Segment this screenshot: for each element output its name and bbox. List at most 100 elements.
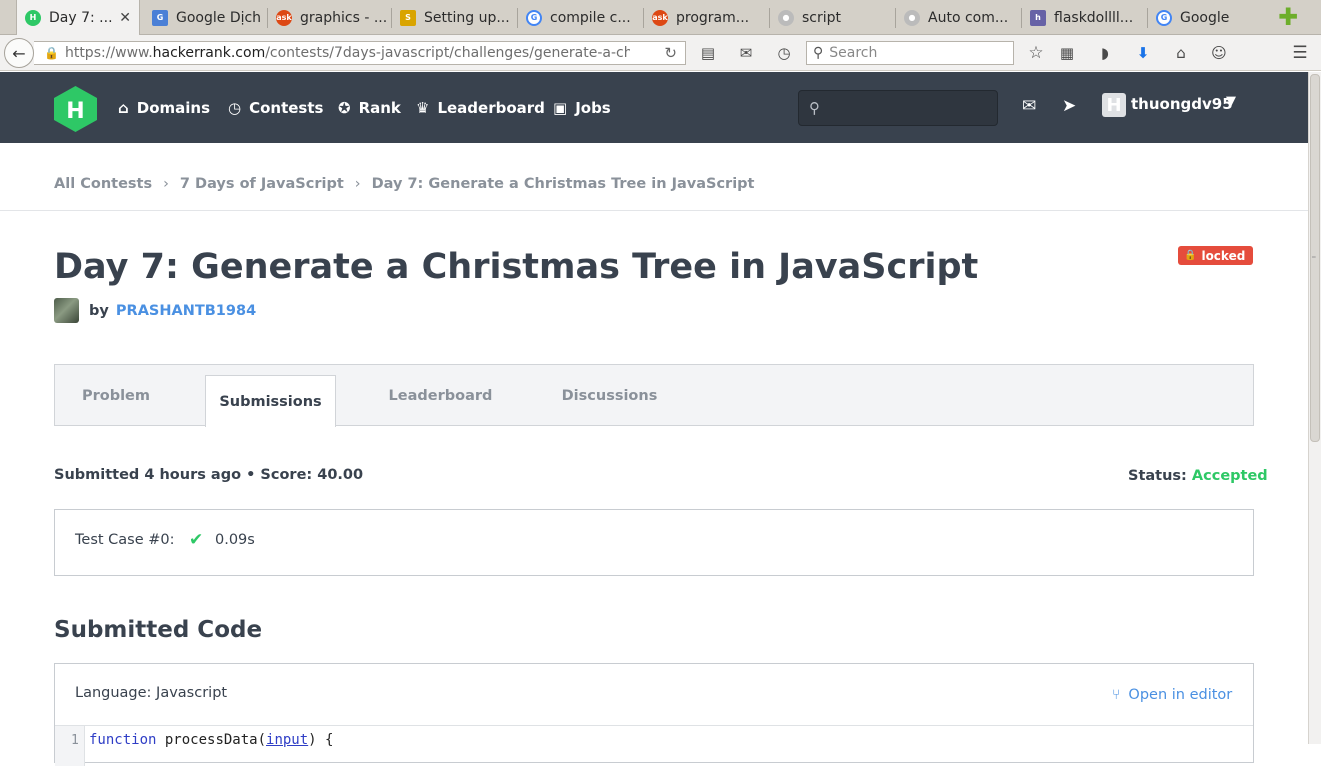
test-case-panel: Test Case #0: ✔ 0.09s	[54, 509, 1254, 576]
breadcrumb-challenge[interactable]: Day 7: Generate a Christmas Tree in Java…	[372, 176, 755, 192]
chevron-right-icon: ›	[354, 176, 361, 192]
browser-tab-program[interactable]: ask program...	[644, 0, 768, 35]
google-icon: G	[1156, 9, 1172, 26]
home-icon[interactable]: ⌂	[1171, 43, 1191, 63]
google-translate-icon: G	[152, 9, 168, 26]
author-avatar[interactable]	[54, 298, 79, 323]
nav-contests[interactable]: ◷ Contests	[228, 72, 323, 143]
arrow-left-icon: ←	[12, 43, 26, 63]
lock-icon: 🔒	[44, 46, 59, 60]
browser-tab-script[interactable]: ● script	[770, 0, 894, 35]
nav-label: Jobs	[575, 98, 611, 117]
breadcrumb-contest[interactable]: 7 Days of JavaScript	[180, 176, 344, 192]
status-label: Status:	[1128, 468, 1187, 484]
code-line[interactable]: function processData(input) {	[89, 732, 333, 748]
reader-view-icon[interactable]: ▤	[698, 43, 718, 63]
browser-tab-google[interactable]: G Google	[1148, 0, 1266, 35]
browser-tab-auto-com[interactable]: ● Auto com...	[896, 0, 1020, 35]
browser-tab-google-translate[interactable]: G Google Dịch	[144, 0, 264, 35]
author-link[interactable]: PRASHANTB1984	[116, 303, 256, 319]
avatar-letter: H	[1106, 94, 1122, 116]
page-title: Day 7: Generate a Christmas Tree in Java…	[54, 247, 979, 287]
briefcase-icon: ▣	[553, 98, 568, 117]
browser-tab-compile[interactable]: G compile c...	[518, 0, 642, 35]
tab-submissions[interactable]: Submissions	[205, 375, 336, 427]
reload-icon[interactable]: ↻	[664, 44, 677, 62]
browser-tab-graphics[interactable]: ask graphics - ...	[268, 0, 390, 35]
pocket-icon[interactable]: ◗	[1095, 43, 1115, 63]
code-keyword: function	[89, 732, 157, 748]
messages-icon[interactable]: ✉	[1022, 96, 1036, 116]
nav-label: Domains	[136, 98, 211, 117]
notifications-icon[interactable]: ➤	[1062, 96, 1076, 116]
new-tab-button[interactable]: ✚	[1278, 5, 1298, 29]
search-placeholder: Search	[829, 45, 878, 61]
username[interactable]: thuongdv95	[1131, 95, 1233, 113]
nav-leaderboard[interactable]: ♛ Leaderboard	[416, 72, 545, 143]
nav-label: Leaderboard	[437, 98, 545, 117]
nav-jobs[interactable]: ▣ Jobs	[553, 72, 611, 143]
grip-icon: ═	[1312, 254, 1316, 261]
divider	[55, 725, 1253, 726]
code-panel: Language: Javascript ⑂ Open in editor 1 …	[54, 663, 1254, 766]
svg-text:H: H	[66, 99, 84, 124]
line-gutter	[55, 726, 85, 766]
url-text[interactable]: https://www.hackerrank.com/contests/7day…	[65, 45, 630, 61]
browser-tab-label: Google Dịch	[176, 9, 262, 26]
browser-tab-label: Day 7: ...	[49, 9, 113, 26]
url-path: /contests/7days-javascript/challenges/ge…	[265, 45, 630, 61]
by-label: by	[89, 303, 109, 319]
github-icon: ●	[778, 9, 794, 26]
hamburger-menu-icon[interactable]: ☰	[1290, 43, 1310, 63]
nav-rank[interactable]: ✪ Rank	[338, 72, 401, 143]
open-in-editor-label: Open in editor	[1128, 687, 1233, 703]
avatar[interactable]: H	[1102, 93, 1126, 117]
search-icon: ⚲	[813, 45, 824, 61]
bookmarks-list-icon[interactable]: ▦	[1057, 43, 1077, 63]
nav-domains[interactable]: ⌂ Domains	[118, 72, 210, 143]
browser-tab-label: flaskdollll...	[1054, 9, 1134, 26]
challenge-tabs: Problem Submissions Leaderboard Discussi…	[54, 364, 1254, 427]
chevron-right-icon: ›	[163, 176, 169, 192]
tab-leaderboard[interactable]: Leaderboard	[369, 365, 512, 426]
open-in-editor-link[interactable]: ⑂ Open in editor	[1112, 687, 1232, 703]
line-number: 1	[71, 733, 79, 748]
browser-tab-hackerrank[interactable]: H Day 7: ... ✕	[16, 0, 140, 35]
close-icon[interactable]: ✕	[119, 10, 131, 26]
test-case-label: Test Case #0:	[75, 532, 175, 548]
browser-tab-label: Setting up...	[424, 9, 510, 26]
bookmark-star-icon[interactable]: ☆	[1026, 43, 1046, 63]
browser-tab-flask[interactable]: h flaskdollll...	[1022, 0, 1146, 35]
hello-chat-icon[interactable]: ☺	[1209, 43, 1229, 63]
browser-tab-setting-up[interactable]: S Setting up...	[392, 0, 516, 35]
tab-discussions[interactable]: Discussions	[539, 365, 680, 426]
url-bar[interactable]: 🔒 https://www.hackerrank.com/contests/7d…	[34, 41, 686, 65]
chevron-down-icon[interactable]: ▼	[1226, 94, 1236, 109]
browser-search-input[interactable]: ⚲ Search	[806, 41, 1014, 65]
site-search-input[interactable]: ⚲	[798, 90, 998, 126]
checkmark-icon: ✔	[189, 530, 204, 550]
test-case-time: 0.09s	[215, 532, 255, 548]
mail-icon[interactable]: ✉	[736, 43, 756, 63]
browser-tab-label: script	[802, 9, 842, 26]
search-icon: ⚲	[809, 99, 820, 117]
tab-problem[interactable]: Problem	[55, 365, 177, 426]
submission-summary: Submitted 4 hours ago • Score: 40.00	[54, 467, 364, 483]
status-value: Accepted	[1191, 468, 1268, 484]
author-line: by PRASHANTB1984	[89, 303, 256, 319]
browser-tab-strip: H Day 7: ... ✕ G Google Dịch ask graphic…	[0, 0, 1321, 35]
lock-icon: 🔒	[1184, 250, 1197, 261]
divider	[0, 210, 1308, 211]
back-button[interactable]: ←	[4, 38, 34, 68]
breadcrumb: All Contests › 7 Days of JavaScript › Da…	[54, 174, 755, 194]
nav-label: Rank	[358, 98, 401, 117]
clock-icon: ◷	[228, 98, 242, 117]
history-icon[interactable]: ◷	[774, 43, 794, 63]
breadcrumb-all-contests[interactable]: All Contests	[54, 176, 152, 192]
hackerrank-logo[interactable]: H	[54, 86, 97, 132]
fork-icon: ⑂	[1112, 687, 1121, 703]
submitted-code-heading: Submitted Code	[54, 617, 263, 643]
hackerrank-icon: H	[25, 9, 41, 26]
download-icon[interactable]: ⬇	[1133, 43, 1153, 63]
browser-tab-label: Google	[1180, 9, 1230, 26]
